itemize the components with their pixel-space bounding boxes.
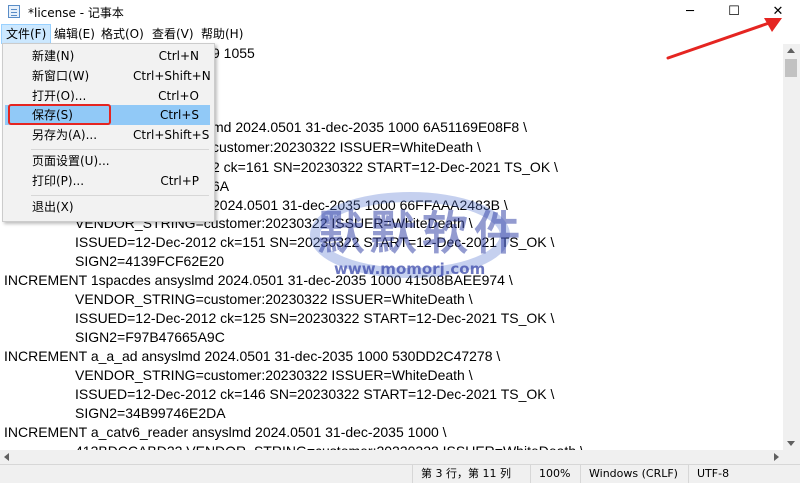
menu-file[interactable]: 文件(F) (1, 24, 52, 44)
scroll-left-icon[interactable] (4, 453, 9, 461)
encoding: UTF-8 (688, 465, 800, 483)
text-line: INCREMENT 1spacdes ansyslmd 2024.0501 31… (4, 272, 513, 288)
text-line: 2024.0501 31-dec-2035 1000 66FFAAA2483B … (212, 197, 508, 213)
menu-edit[interactable]: 编辑(E) (50, 24, 99, 44)
menu-item-shortcut: Ctrl+S (159, 108, 199, 122)
save-highlight-box (8, 104, 111, 125)
text-line: INCREMENT a_catv6_reader ansyslmd 2024.0… (4, 424, 447, 440)
menu-item-exit[interactable]: 退出(X) (5, 197, 210, 217)
zoom-level: 100% (530, 465, 580, 483)
menu-item-print[interactable]: 打印(P)... Ctrl+P (5, 171, 210, 191)
text-line: 2 ck=161 SN=20230322 START=12-Dec-2021 T… (212, 159, 558, 175)
menu-item-new-window[interactable]: 新窗口(W) Ctrl+Shift+N (5, 66, 211, 86)
menu-item-shortcut: Ctrl+O (158, 89, 199, 103)
menu-format[interactable]: 格式(O) (97, 24, 148, 44)
menu-separator (31, 149, 209, 150)
notepad-icon (8, 5, 20, 18)
scrollbar-corner (783, 450, 800, 464)
horizontal-scrollbar[interactable] (0, 450, 783, 464)
menu-item-open[interactable]: 打开(O)... Ctrl+O (5, 86, 210, 106)
menu-item-label: 打印(P)... (32, 174, 85, 188)
text-line: INCREMENT a_a_ad ansyslmd 2024.0501 31-d… (4, 348, 501, 364)
menu-item-label: 打开(O)... (32, 89, 87, 103)
scroll-right-icon[interactable] (774, 453, 779, 461)
cursor-position: 第 3 行，第 11 列 (412, 465, 530, 483)
text-line: SIGN2=F97B47665A9C (75, 329, 225, 345)
scroll-down-icon[interactable] (787, 441, 795, 446)
text-line: 9 1055 (212, 45, 255, 61)
window-title: *license - 记事本 (28, 6, 124, 20)
text-line: VENDOR_STRING=customer:20230322 ISSUER=W… (75, 291, 473, 307)
text-line: VENDOR_STRING=customer:20230322 ISSUER=W… (75, 367, 473, 383)
menu-item-shortcut: Ctrl+Shift+S (133, 128, 210, 142)
menu-item-page-setup[interactable]: 页面设置(U)... (5, 151, 210, 171)
menu-view[interactable]: 查看(V) (148, 24, 198, 44)
text-line: ISSUED=12-Dec-2012 ck=146 SN=20230322 ST… (75, 386, 555, 402)
file-dropdown-menu: 新建(N) Ctrl+N 新窗口(W) Ctrl+Shift+N 打开(O)..… (2, 43, 215, 222)
menu-item-label: 页面设置(U)... (32, 154, 110, 168)
menu-item-shortcut: Ctrl+Shift+N (133, 69, 211, 83)
menu-help[interactable]: 帮助(H) (197, 24, 247, 44)
text-line: SIGN2=34B99746E2DA (75, 405, 226, 421)
text-line: md 2024.0501 31-dec-2035 1000 6A51169E08… (212, 119, 527, 135)
status-bar: 第 3 行，第 11 列 100% Windows (CRLF) UTF-8 (0, 464, 800, 483)
menu-item-label: 另存为(A)... (32, 128, 98, 142)
menu-item-label: 退出(X) (32, 200, 74, 214)
vertical-scrollbar[interactable] (783, 44, 800, 450)
menu-item-shortcut: Ctrl+P (160, 174, 199, 188)
menu-item-shortcut: Ctrl+N (158, 49, 199, 63)
menu-separator (31, 195, 209, 196)
annotation-arrow-icon (666, 18, 782, 60)
menu-item-label: 新窗口(W) (32, 69, 90, 83)
text-line: customer:20230322 ISSUER=WhiteDeath \ (212, 139, 481, 155)
line-ending: Windows (CRLF) (580, 465, 688, 483)
menu-item-new[interactable]: 新建(N) Ctrl+N (5, 46, 210, 66)
menu-item-label: 新建(N) (32, 49, 75, 63)
menu-item-save-as[interactable]: 另存为(A)... Ctrl+Shift+S (5, 125, 210, 145)
text-line: SIGN2=4139FCF62E20 (75, 253, 225, 269)
text-line: ISSUED=12-Dec-2012 ck=125 SN=20230322 ST… (75, 310, 555, 326)
text-line: ISSUED=12-Dec-2012 ck=151 SN=20230322 ST… (75, 234, 555, 250)
